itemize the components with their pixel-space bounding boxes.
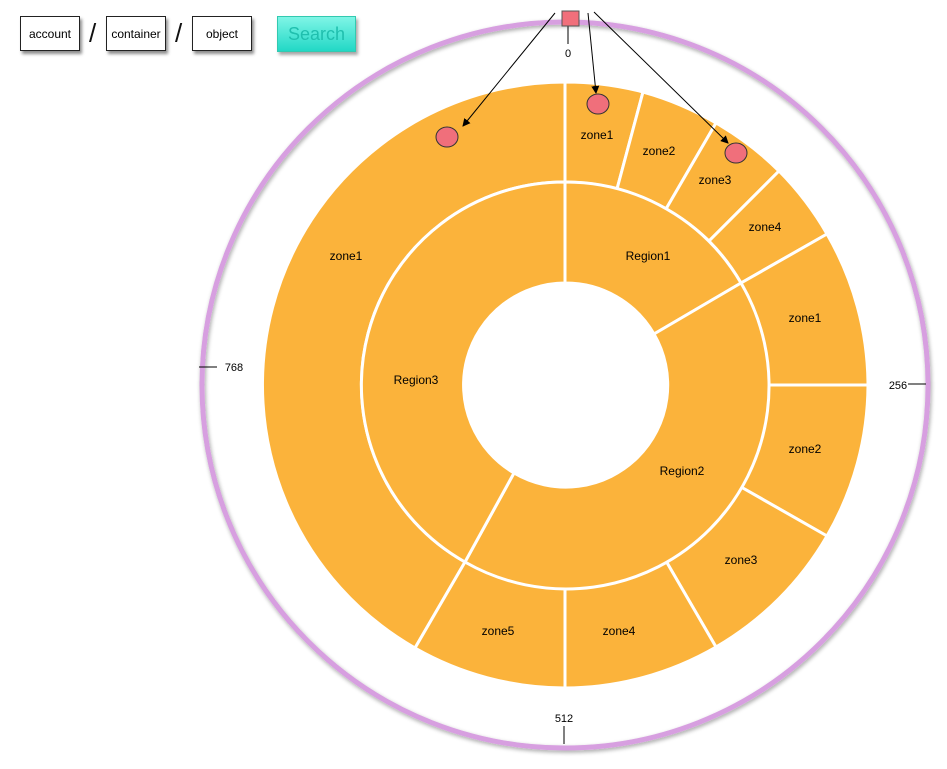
region2-segment [462, 280, 771, 591]
source-node [561, 10, 580, 27]
object-marker [435, 126, 459, 148]
account-box[interactable]: account [20, 16, 80, 51]
region1-zone1-label: zone1 [581, 128, 614, 142]
arrow-to-region3-zone1 [462, 12, 556, 127]
region1-zone4-label: zone4 [749, 220, 782, 234]
region2-label: Region2 [660, 464, 705, 478]
object-marker [586, 93, 610, 115]
region1-zone3-segment [663, 120, 782, 244]
region2-zone5-segment [412, 559, 567, 690]
region1-segment [563, 180, 744, 337]
region1-zone1-segment [563, 80, 645, 191]
search-button[interactable]: Search [277, 16, 356, 52]
region2-zone2-segment [738, 383, 870, 539]
tick-512-label: 512 [555, 713, 573, 725]
region3-segment [359, 180, 567, 565]
path-separator: / [89, 18, 97, 48]
hash-ring [199, 19, 931, 751]
region2-zone4-label: zone4 [603, 624, 636, 638]
arrow-to-region1-zone3 [593, 11, 729, 144]
container-box[interactable]: container [106, 16, 166, 51]
region2-zone4-segment [563, 558, 719, 690]
region1-zone2-segment [615, 90, 719, 212]
tick-256-label: 256 [889, 380, 907, 392]
region2-zone1-label: zone1 [789, 311, 822, 325]
region3-label: Region3 [394, 373, 439, 387]
path-separator: / [175, 18, 183, 48]
region2-zone3-label: zone3 [725, 553, 758, 567]
region1-zone3-label: zone3 [699, 173, 732, 187]
center-hole [465, 285, 665, 485]
region1-zone2-label: zone2 [643, 144, 676, 158]
region3-zone1-segment [260, 80, 567, 651]
region2-zone2-label: zone2 [789, 442, 822, 456]
object-box[interactable]: object [192, 16, 252, 51]
region2-zone1-segment [738, 231, 870, 387]
ring-diagram-canvas: account / container / object Search 0 25… [0, 0, 947, 769]
region2-zone5-label: zone5 [482, 624, 515, 638]
region3-zone1-label: zone1 [330, 249, 363, 263]
ring-diagram: 0 256 512 768 Region1 Region2 Region3 zo… [199, 10, 931, 751]
region1-zone4-segment [706, 168, 830, 286]
tick-768-label: 768 [225, 362, 243, 374]
object-marker [724, 142, 748, 164]
region2-zone3-segment [663, 484, 830, 650]
tick-0-label: 0 [565, 48, 571, 60]
region1-label: Region1 [626, 249, 671, 263]
arrow-to-region1-zone1 [587, 12, 600, 94]
